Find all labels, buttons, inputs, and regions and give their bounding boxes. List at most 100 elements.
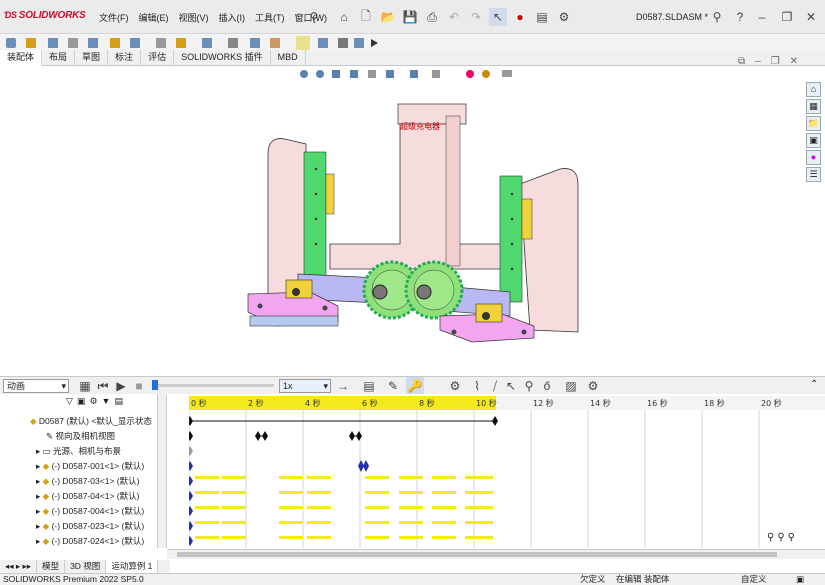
- study-type-select[interactable]: 动画 ▾: [3, 379, 69, 393]
- tree-component[interactable]: ▸ ◆ (-) D0587-004<1> (默认): [36, 504, 144, 518]
- tab-addins[interactable]: SOLIDWORKS 插件: [174, 50, 271, 66]
- keyframe[interactable]: [189, 506, 193, 516]
- keyframe[interactable]: [349, 431, 355, 441]
- save-icon[interactable]: 💾: [401, 8, 419, 26]
- task-pane-home-icon[interactable]: ⌂: [806, 82, 821, 97]
- close-icon[interactable]: ✕: [802, 8, 820, 26]
- keyframe[interactable]: [262, 431, 268, 441]
- tree-component[interactable]: ▸ ◆ (-) D0587-023<1> (默认): [36, 519, 144, 533]
- autokey-icon[interactable]: 🔑: [406, 377, 424, 395]
- calculate-icon[interactable]: ▦: [76, 377, 94, 395]
- tree-root-assembly[interactable]: ◆ D0587 (默认) <默认_显示状态: [30, 414, 152, 428]
- select-cursor-icon[interactable]: ↖: [489, 8, 507, 26]
- new-document-icon[interactable]: 🗋: [357, 8, 375, 26]
- menu-file[interactable]: 文件(F): [94, 11, 134, 24]
- bottom-tab-nav[interactable]: ◂◂ ▸ ▸▸: [0, 560, 38, 573]
- keyframe[interactable]: [189, 476, 193, 486]
- open-folder-icon[interactable]: 📂: [379, 8, 397, 26]
- collapse-motion-manager-icon[interactable]: ⌃: [810, 379, 818, 390]
- playback-mode-icon[interactable]: →: [334, 377, 352, 395]
- tab-assembly[interactable]: 装配体: [0, 50, 43, 66]
- tab-sketch[interactable]: 草图: [75, 50, 109, 66]
- pin-icon[interactable]: ⚲: [305, 8, 323, 26]
- force-icon[interactable]: ↖: [502, 377, 520, 395]
- task-pane-resources-icon[interactable]: ▦: [806, 99, 821, 114]
- bottom-tab-3d-views[interactable]: 3D 视图: [65, 560, 107, 573]
- tree-component[interactable]: ▸ ◆ (-) D0587-03<1> (默认): [36, 474, 139, 488]
- undo-icon[interactable]: ↶: [445, 8, 463, 26]
- status-settings-icon[interactable]: ▣: [796, 574, 804, 585]
- filter-results-icon[interactable]: ▤: [114, 396, 123, 407]
- tree-vertical-scrollbar[interactable]: [158, 394, 167, 548]
- task-pane-custom-properties-icon[interactable]: ☰: [806, 167, 821, 182]
- menu-tools[interactable]: 工具(T): [250, 11, 290, 24]
- save-animation-icon[interactable]: ▤: [360, 377, 378, 395]
- keyframe[interactable]: [189, 461, 193, 471]
- menu-view[interactable]: 视图(V): [174, 11, 214, 24]
- stop-icon[interactable]: ■: [130, 377, 148, 395]
- keyframe[interactable]: [255, 431, 261, 441]
- search-icon[interactable]: ⚲: [708, 8, 726, 26]
- tab-mbd[interactable]: MBD: [271, 50, 306, 66]
- play-from-start-icon[interactable]: ⏮: [94, 377, 112, 395]
- keyframe[interactable]: [189, 416, 193, 426]
- playback-slider[interactable]: [152, 384, 274, 387]
- motor-icon[interactable]: ⚙: [446, 377, 464, 395]
- filter-selected-icon[interactable]: ▼: [102, 396, 111, 407]
- keyframe[interactable]: [363, 460, 369, 472]
- filter-icon[interactable]: ▽: [66, 396, 73, 407]
- filter-driving-icon[interactable]: ⚙: [89, 396, 97, 407]
- viewport-maximize-icon[interactable]: ❐: [771, 56, 780, 67]
- tree-views-cameras[interactable]: ✎ 视向及相机视图: [46, 429, 115, 443]
- gravity-icon[interactable]: ő: [538, 377, 556, 395]
- tab-markup[interactable]: 标注: [108, 50, 142, 66]
- bottom-tab-model[interactable]: 模型: [37, 560, 66, 573]
- traffic-light-icon[interactable]: ●: [511, 8, 529, 26]
- options-gear-icon[interactable]: ⚙: [555, 8, 573, 26]
- playback-slider-thumb[interactable]: [152, 380, 158, 390]
- tree-component[interactable]: ▸ ◆ (-) D0587-04<1> (默认): [36, 489, 139, 503]
- animation-wizard-icon[interactable]: ✎: [384, 377, 402, 395]
- keyframe[interactable]: [189, 536, 193, 546]
- viewport-restore-icon[interactable]: ⧉: [738, 56, 745, 67]
- menu-edit[interactable]: 编辑(E): [134, 11, 174, 24]
- zoom-out-icon[interactable]: ⚲: [767, 532, 774, 543]
- viewport-close-icon[interactable]: ✕: [790, 56, 798, 67]
- play-icon[interactable]: ▶: [112, 377, 130, 395]
- help-icon[interactable]: ?: [731, 8, 749, 26]
- file-properties-icon[interactable]: ▤: [533, 8, 551, 26]
- assembly-model[interactable]: 超级充电器: [240, 94, 590, 356]
- keyframe[interactable]: [492, 416, 498, 426]
- task-pane-library-icon[interactable]: 📁: [806, 116, 821, 131]
- keyframe[interactable]: [189, 521, 193, 531]
- redo-icon[interactable]: ↷: [467, 8, 485, 26]
- home-icon[interactable]: ⌂: [335, 8, 353, 26]
- timeline-horizontal-scrollbar[interactable]: [167, 549, 825, 559]
- contact-icon[interactable]: ⚲: [520, 377, 538, 395]
- keyframe[interactable]: [189, 431, 193, 441]
- results-plots-icon[interactable]: ▨: [562, 377, 580, 395]
- playback-speed-select[interactable]: 1x ▾: [279, 379, 331, 393]
- spring-icon[interactable]: ⌇: [468, 377, 486, 395]
- tab-evaluate[interactable]: 评估: [141, 50, 175, 66]
- print-icon[interactable]: ⎙: [423, 8, 441, 26]
- filter-animated-icon[interactable]: ▣: [77, 396, 86, 407]
- status-units[interactable]: 自定义: [741, 574, 767, 585]
- tree-lights-cameras-scenes[interactable]: ▸ ▭ 光源、相机与布景: [36, 444, 121, 458]
- tab-layout[interactable]: 布局: [42, 50, 76, 66]
- tree-component[interactable]: ▸ ◆ (-) D0587-024<1> (默认): [36, 534, 144, 548]
- restore-icon[interactable]: ❐: [778, 8, 796, 26]
- viewport-minimize-icon[interactable]: –: [755, 56, 761, 67]
- motion-study-properties-icon[interactable]: ⚙: [584, 377, 602, 395]
- heads-up-view-toolbar[interactable]: [298, 66, 528, 82]
- tree-component[interactable]: ▸ ◆ (-) D0587-001<1> (默认): [36, 459, 144, 473]
- bottom-tab-motion-study[interactable]: 运动算例 1: [106, 560, 159, 573]
- zoom-fit-icon[interactable]: ⚲: [788, 532, 795, 543]
- keyframe[interactable]: [356, 431, 362, 441]
- zoom-in-icon[interactable]: ⚲: [777, 532, 784, 543]
- keyframe[interactable]: [189, 491, 193, 501]
- minimize-icon[interactable]: –: [753, 8, 771, 26]
- menu-insert[interactable]: 插入(I): [214, 11, 251, 24]
- keyframe[interactable]: [189, 446, 193, 456]
- motion-timeline[interactable]: 0 秒 2 秒 4 秒 6 秒 8 秒 10 秒 12 秒 14 秒 16 秒 …: [189, 394, 825, 548]
